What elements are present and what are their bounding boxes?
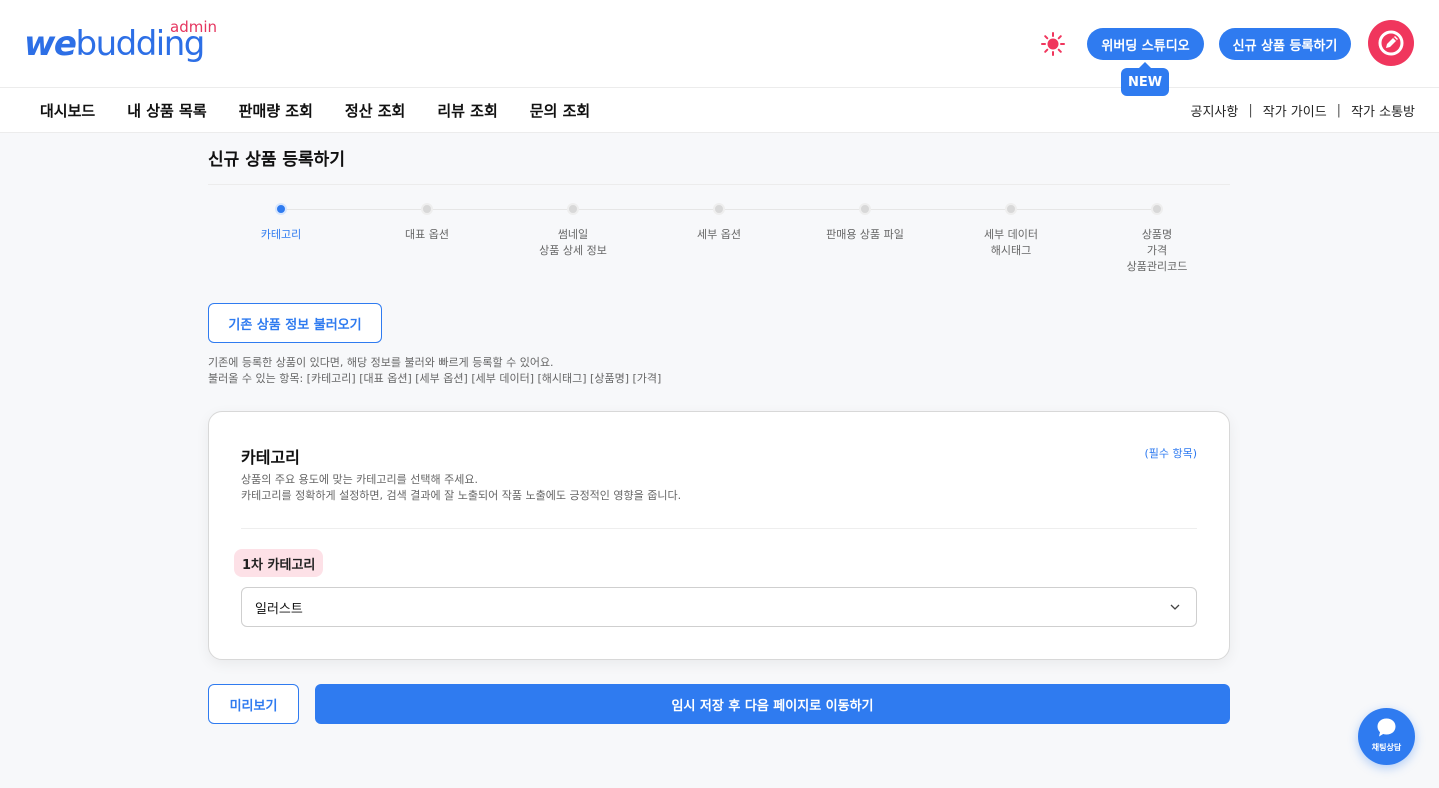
logo-admin-label: admin: [170, 18, 217, 36]
nav-separator: |: [1248, 103, 1253, 118]
artist-guide-link[interactable]: 작가 가이드: [1263, 101, 1327, 120]
page-title: 신규 상품 등록하기: [208, 150, 345, 170]
category-card: 카테고리 (필수 항목) 상품의 주요 용도에 맞는 카테고리를 선택해 주세요…: [208, 411, 1230, 660]
nav-item-my-products[interactable]: 내 상품 목록: [127, 100, 206, 121]
primary-category-label: 1차 카테고리: [234, 549, 324, 577]
avatar[interactable]: [1368, 20, 1414, 66]
step-category[interactable]: 카테고리: [211, 203, 351, 243]
step-detail-option[interactable]: 세부 옵션: [649, 203, 789, 243]
nav-right-links: 공지사항 | 작가 가이드 | 작가 소통방: [1191, 88, 1416, 133]
step-sale-file[interactable]: 판매용 상품 파일: [795, 203, 935, 243]
step-label: 카테고리: [260, 228, 302, 241]
chat-bubble-icon: [1377, 718, 1396, 737]
chat-label: 채팅상담: [1371, 743, 1402, 752]
chat-support-button[interactable]: 채팅상담: [1358, 708, 1415, 765]
divider: [208, 184, 1230, 185]
load-help-text: 기존에 등록한 상품이 있다면, 해당 정보를 불러와 빠르게 등록할 수 있어…: [208, 356, 662, 385]
notice-link[interactable]: 공지사항: [1191, 101, 1239, 120]
nav-item-inquiries[interactable]: 문의 조회: [530, 100, 590, 121]
nav-item-sales[interactable]: 판매량 조회: [239, 100, 313, 121]
step-thumbnail[interactable]: 썸네일 상품 상세 정보: [503, 203, 643, 259]
step-dot: [421, 203, 433, 215]
chevron-down-icon: [1170, 604, 1180, 610]
main-nav: 대시보드 내 상품 목록 판매량 조회 정산 조회 리뷰 조회 문의 조회 공지…: [0, 88, 1439, 133]
step-dot: [567, 203, 579, 215]
webudding-logo[interactable]: webudding admin: [24, 18, 224, 68]
nav-separator: |: [1336, 103, 1342, 118]
nav-item-settlement[interactable]: 정산 조회: [345, 100, 405, 121]
category-title: 카테고리: [241, 448, 300, 467]
preview-button[interactable]: 미리보기: [208, 684, 299, 724]
step-label: 세부 옵션: [697, 228, 741, 241]
new-badge: NEW: [1121, 62, 1169, 96]
save-and-next-button[interactable]: 임시 저장 후 다음 페이지로 이동하기: [315, 684, 1230, 724]
step-dot: [1005, 203, 1017, 215]
step-dot: [1151, 203, 1163, 215]
top-header: webudding admin 위버딩 스튜디오 신규 상품 등록하기: [0, 0, 1439, 88]
step-label: 썸네일 상품 상세 정보: [539, 228, 607, 257]
required-label: (필수 항목): [1144, 447, 1197, 460]
selected-category: 일러스트: [255, 601, 303, 617]
load-existing-button[interactable]: 기존 상품 정보 불러오기: [208, 303, 382, 343]
edit-profile-icon: [1378, 30, 1404, 56]
nav-item-dashboard[interactable]: 대시보드: [40, 100, 95, 121]
step-dot: [859, 203, 871, 215]
step-label: 세부 데이터 해시태그: [983, 228, 1039, 257]
step-dot: [275, 203, 287, 215]
register-product-button[interactable]: 신규 상품 등록하기: [1219, 28, 1351, 60]
step-main-option[interactable]: 대표 옵션: [357, 203, 497, 243]
category-description: 상품의 주요 용도에 맞는 카테고리를 선택해 주세요. 카테고리를 정확하게 …: [241, 473, 682, 502]
step-label: 상품명 가격 상품관리코드: [1126, 228, 1188, 273]
divider: [241, 528, 1197, 529]
step-label: 판매용 상품 파일: [826, 228, 904, 241]
step-dot: [713, 203, 725, 215]
step-name-price[interactable]: 상품명 가격 상품관리코드: [1087, 203, 1227, 275]
artist-community-link[interactable]: 작가 소통방: [1351, 101, 1415, 120]
studio-button[interactable]: 위버딩 스튜디오: [1087, 28, 1204, 60]
step-label: 대표 옵션: [405, 228, 449, 241]
primary-category-select[interactable]: 일러스트: [241, 587, 1197, 627]
nav-menu: 대시보드 내 상품 목록 판매량 조회 정산 조회 리뷰 조회 문의 조회: [40, 88, 622, 133]
theme-toggle-sun-icon[interactable]: [1040, 31, 1066, 57]
step-detail-data[interactable]: 세부 데이터 해시태그: [941, 203, 1081, 259]
nav-item-reviews[interactable]: 리뷰 조회: [437, 100, 497, 121]
